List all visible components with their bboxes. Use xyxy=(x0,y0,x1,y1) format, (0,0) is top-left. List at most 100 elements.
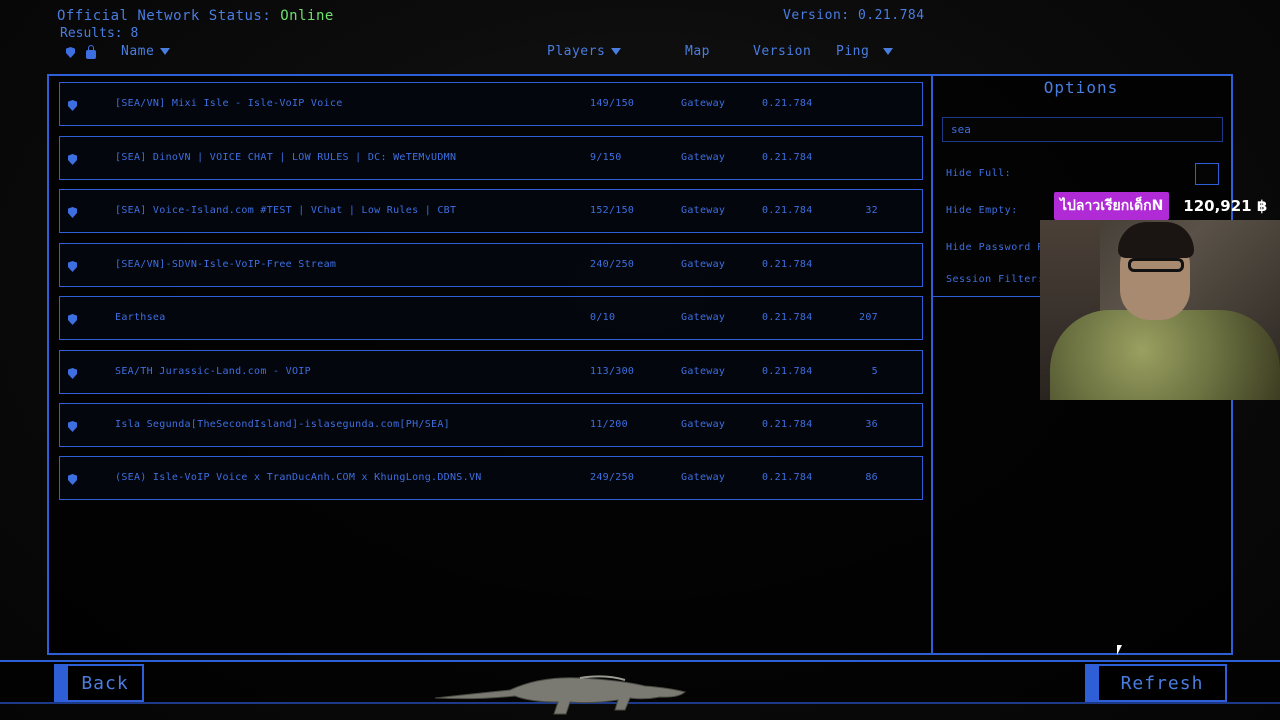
server-row[interactable]: [SEA] DinoVN | VOICE CHAT | LOW RULES | … xyxy=(59,136,923,180)
button-accent xyxy=(54,664,66,702)
mouse-cursor xyxy=(1117,645,1122,655)
header-players-label: Players xyxy=(547,44,606,59)
header-map[interactable]: Map xyxy=(685,44,710,59)
server-players: 152/150 xyxy=(590,205,635,216)
results-value: 8 xyxy=(130,26,139,41)
server-name: [SEA/VN]-SDVN-Isle-VoIP-Free Stream xyxy=(115,259,337,270)
official-shield-icon xyxy=(68,314,77,325)
header-map-label: Map xyxy=(685,44,710,59)
server-players: 240/250 xyxy=(590,259,635,270)
back-button[interactable]: Back xyxy=(54,664,144,702)
header-name-label: Name xyxy=(121,44,155,59)
donation-amount: 120,921 ฿ xyxy=(1183,197,1268,215)
server-name: [SEA/VN] Mixi Isle - Isle-VoIP Voice xyxy=(115,98,343,109)
server-list: [SEA/VN] Mixi Isle - Isle-VoIP Voice 149… xyxy=(49,76,931,653)
hide-password-label: Hide Password P xyxy=(946,242,1044,253)
refresh-button-label: Refresh xyxy=(1120,672,1204,694)
server-map: Gateway xyxy=(681,259,726,270)
server-row[interactable]: SEA/TH Jurassic-Land.com - VOIP 113/300 … xyxy=(59,350,923,394)
results-count: Results: 8 xyxy=(60,26,138,41)
server-name: [SEA] DinoVN | VOICE CHAT | LOW RULES | … xyxy=(115,152,457,163)
server-map: Gateway xyxy=(681,312,726,323)
official-shield-icon xyxy=(68,154,77,165)
server-version: 0.21.784 xyxy=(762,366,813,377)
hide-empty-label: Hide Empty: xyxy=(946,205,1018,216)
server-map: Gateway xyxy=(681,152,726,163)
official-filter-icon[interactable] xyxy=(66,47,75,62)
shirt xyxy=(1050,310,1280,400)
server-name: [SEA] Voice-Island.com #TEST | VChat | L… xyxy=(115,205,457,216)
server-name: (SEA) Isle-VoIP Voice x TranDucAnh.COM x… xyxy=(115,472,482,483)
network-status-value: Online xyxy=(280,8,334,24)
official-shield-icon xyxy=(68,261,77,272)
server-version: 0.21.784 xyxy=(762,152,813,163)
network-status-label: Official Network Status: xyxy=(57,8,272,24)
server-row[interactable]: Earthsea 0/10 Gateway 0.21.784 207 xyxy=(59,296,923,340)
server-ping: 36 xyxy=(865,419,878,430)
header-version[interactable]: Version xyxy=(753,44,811,59)
refresh-button[interactable]: Refresh xyxy=(1085,664,1227,702)
sort-down-icon xyxy=(611,48,622,55)
server-version: 0.21.784 xyxy=(762,205,813,216)
server-map: Gateway xyxy=(681,366,726,377)
official-shield-icon xyxy=(68,207,77,218)
server-ping: 5 xyxy=(871,366,878,377)
results-label: Results: xyxy=(60,26,123,41)
server-row[interactable]: Isla Segunda[TheSecondIsland]-islasegund… xyxy=(59,403,923,447)
header-ping-label: Ping xyxy=(836,44,870,59)
server-players: 11/200 xyxy=(590,419,628,430)
options-title: Options xyxy=(1043,78,1119,97)
shield-icon xyxy=(66,47,75,58)
server-name: Earthsea xyxy=(115,312,166,323)
donation-alert: ไปลาวเรียกเด็กN 120,921 ฿ xyxy=(1054,192,1267,220)
server-players: 113/300 xyxy=(590,366,635,377)
button-accent xyxy=(1085,664,1097,702)
server-ping: 86 xyxy=(865,472,878,483)
official-shield-icon xyxy=(68,368,77,379)
server-version: 0.21.784 xyxy=(762,312,813,323)
server-row[interactable]: (SEA) Isle-VoIP Voice x TranDucAnh.COM x… xyxy=(59,456,923,500)
server-row[interactable]: [SEA/VN] Mixi Isle - Isle-VoIP Voice 149… xyxy=(59,82,923,126)
server-version: 0.21.784 xyxy=(762,419,813,430)
header-name[interactable]: Name xyxy=(121,44,171,59)
session-filter-label: Session Filter: xyxy=(946,274,1044,285)
server-players: 249/250 xyxy=(590,472,635,483)
server-map: Gateway xyxy=(681,205,726,216)
lock-icon xyxy=(86,45,96,59)
version-label: Version: xyxy=(783,8,850,23)
donation-name: ไปลาวเรียกเด็กN xyxy=(1054,192,1170,220)
server-ping: 207 xyxy=(859,312,878,323)
header-players[interactable]: Players xyxy=(547,44,622,59)
server-name: Isla Segunda[TheSecondIsland]-islasegund… xyxy=(115,419,450,430)
server-row[interactable]: [SEA] Voice-Island.com #TEST | VChat | L… xyxy=(59,189,923,233)
sort-down-icon xyxy=(160,48,171,55)
streamer-webcam xyxy=(1040,220,1280,400)
header-version-label: Version xyxy=(753,44,812,59)
server-players: 149/150 xyxy=(590,98,635,109)
server-row[interactable]: [SEA/VN]-SDVN-Isle-VoIP-Free Stream 240/… xyxy=(59,243,923,287)
server-version: 0.21.784 xyxy=(762,259,813,270)
server-players: 9/150 xyxy=(590,152,622,163)
search-input[interactable] xyxy=(942,117,1223,142)
hair xyxy=(1118,222,1194,258)
back-button-label: Back xyxy=(81,672,129,694)
official-shield-icon xyxy=(68,474,77,485)
dinosaur-image xyxy=(434,675,687,715)
hide-full-label: Hide Full: xyxy=(946,168,1012,179)
server-name: SEA/TH Jurassic-Land.com - VOIP xyxy=(115,366,311,377)
server-version: 0.21.784 xyxy=(762,98,813,109)
password-filter-icon[interactable] xyxy=(86,45,96,62)
server-map: Gateway xyxy=(681,472,726,483)
hide-full-checkbox[interactable] xyxy=(1195,163,1219,185)
header-ping[interactable]: Ping xyxy=(836,44,894,59)
glasses xyxy=(1128,258,1184,272)
official-shield-icon xyxy=(68,421,77,432)
sort-down-icon xyxy=(883,48,894,55)
server-map: Gateway xyxy=(681,98,726,109)
server-version: 0.21.784 xyxy=(762,472,813,483)
network-status: Official Network Status: Online xyxy=(57,8,334,24)
game-version: Version: 0.21.784 xyxy=(783,8,925,23)
server-map: Gateway xyxy=(681,419,726,430)
server-ping: 32 xyxy=(865,205,878,216)
server-players: 0/10 xyxy=(590,312,616,323)
